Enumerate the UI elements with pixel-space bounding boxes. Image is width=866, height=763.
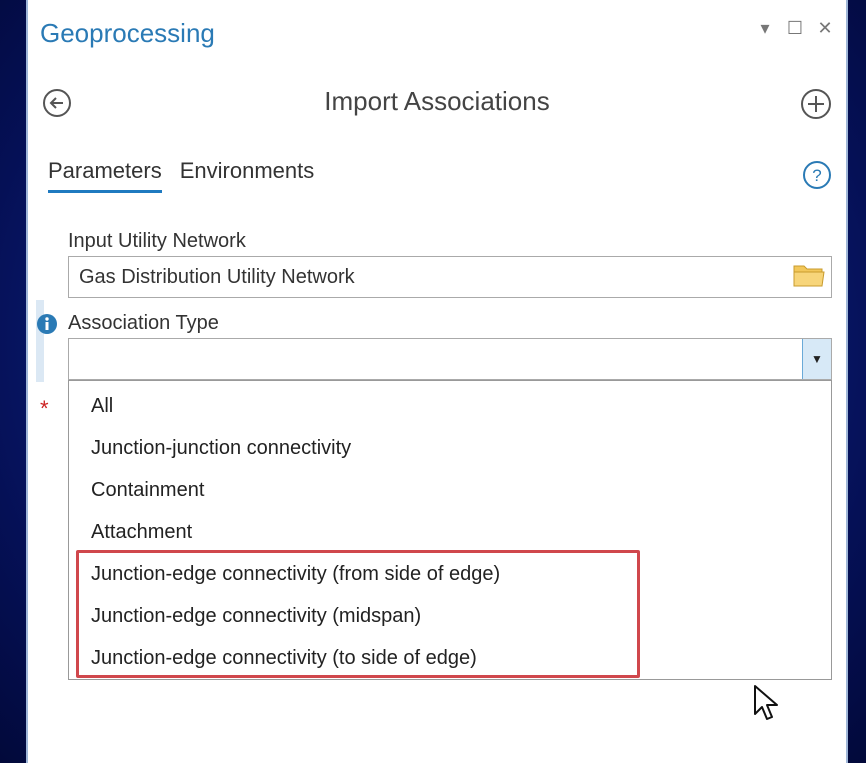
option-junction-junction[interactable]: Junction-junction connectivity <box>91 437 351 460</box>
association-type-combobox[interactable]: ▼ <box>68 338 832 380</box>
info-icon[interactable] <box>36 313 58 335</box>
maximize-button[interactable]: ☐ <box>786 18 804 39</box>
geoprocessing-pane: Geoprocessing ▾ ☐ ✕ Import Associations … <box>26 0 848 763</box>
input-network-combobox[interactable]: Gas Distribution Utility Network ▼ <box>68 256 832 298</box>
highlight-box <box>76 550 640 678</box>
tool-title: Import Associations <box>324 86 550 116</box>
required-marker: * <box>40 396 49 421</box>
tool-header: Import Associations <box>28 78 846 128</box>
help-icon[interactable]: ? <box>802 160 832 190</box>
window-controls: ▾ ☐ ✕ <box>756 18 834 39</box>
pane-titlebar: Geoprocessing ▾ ☐ ✕ <box>28 0 846 70</box>
option-all[interactable]: All <box>91 395 113 418</box>
add-icon[interactable] <box>800 88 832 120</box>
association-type-label: Association Type <box>68 312 219 334</box>
tab-environments[interactable]: Environments <box>180 158 315 193</box>
option-attachment[interactable]: Attachment <box>91 521 192 544</box>
pane-title: Geoprocessing <box>40 18 215 48</box>
close-button[interactable]: ✕ <box>816 18 834 39</box>
folder-icon[interactable] <box>792 262 826 288</box>
mouse-pointer-icon <box>754 685 778 720</box>
pane-menu-button[interactable]: ▾ <box>756 18 774 39</box>
input-network-value: Gas Distribution Utility Network <box>79 266 355 288</box>
tool-tabs: Parameters Environments <box>48 158 314 193</box>
chevron-down-icon[interactable]: ▼ <box>802 339 831 379</box>
tab-parameters[interactable]: Parameters <box>48 158 162 193</box>
input-network-label: Input Utility Network <box>68 230 246 252</box>
svg-text:?: ? <box>812 166 821 185</box>
option-containment[interactable]: Containment <box>91 479 204 502</box>
